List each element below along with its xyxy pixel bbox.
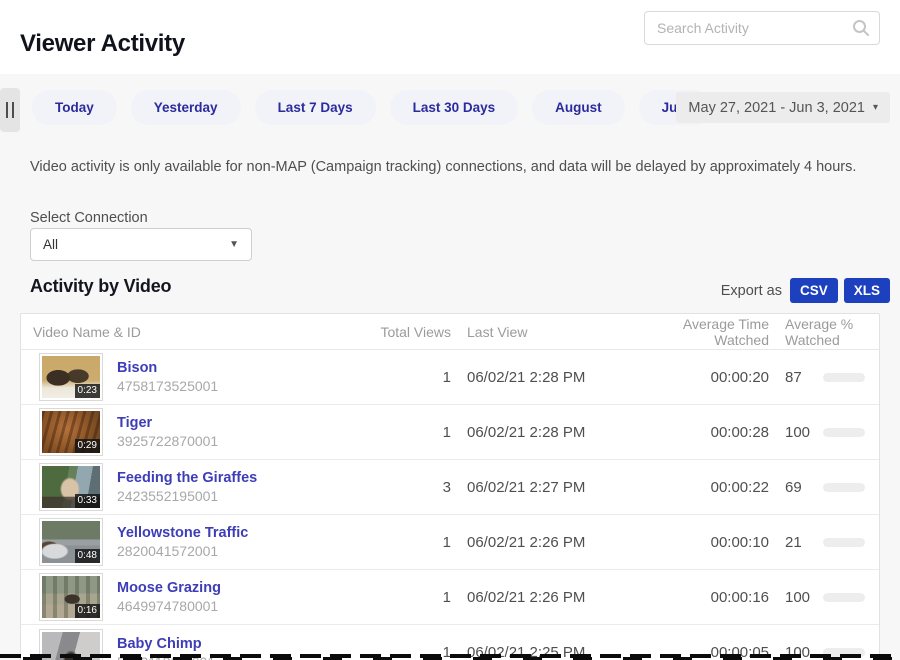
- connection-selected-value: All: [43, 237, 58, 252]
- percent-watched-bar: [823, 538, 865, 547]
- video-name-cell: 0:33 Feeding the Giraffes 2423552195001: [33, 463, 363, 511]
- duration-badge: 0:16: [75, 604, 100, 618]
- video-name-link[interactable]: Tiger: [117, 414, 218, 432]
- duration-badge: 0:48: [75, 549, 100, 563]
- video-thumbnail[interactable]: 0:29: [39, 408, 103, 456]
- quick-filter-last-7-days[interactable]: Last 7 Days: [255, 90, 376, 125]
- total-views-value: 3: [363, 479, 451, 496]
- video-thumbnail[interactable]: 0:16: [39, 573, 103, 621]
- table-header-row: Video Name & ID Total Views Last View Av…: [21, 314, 879, 350]
- avg-percent-cell: 87: [769, 369, 867, 386]
- video-thumbnail[interactable]: 0:48: [39, 518, 103, 566]
- last-view-value: 06/02/21 2:26 PM: [451, 589, 633, 606]
- table-row: 0:23 Bison 4758173525001 1 06/02/21 2:28…: [21, 350, 879, 405]
- export-as-label: Export as: [721, 283, 782, 299]
- table-row: 0:48 Yellowstone Traffic 2820041572001 1…: [21, 515, 879, 570]
- avg-time-watched-value: 00:00:16: [633, 589, 769, 606]
- avg-percent-cell: 21: [769, 534, 867, 551]
- video-id: 4758173525001: [117, 378, 218, 394]
- col-header-total-views: Total Views: [363, 324, 451, 340]
- last-view-value: 06/02/21 2:27 PM: [451, 479, 633, 496]
- avg-percent-cell: 100: [769, 424, 867, 441]
- avg-time-watched-value: 00:00:10: [633, 534, 769, 551]
- video-name-cell: 0:48 Yellowstone Traffic 2820041572001: [33, 518, 363, 566]
- percent-watched-value: 69: [785, 479, 811, 496]
- last-view-value: 06/02/21 2:26 PM: [451, 534, 633, 551]
- screenshot-torn-edge: [0, 651, 900, 660]
- quick-filter-august[interactable]: August: [532, 90, 625, 125]
- export-csv-button[interactable]: CSV: [790, 278, 838, 303]
- duration-badge: 0:23: [75, 384, 100, 398]
- last-view-value: 06/02/21 2:28 PM: [451, 424, 633, 441]
- filter-row: Today Yesterday Last 7 Days Last 30 Days Aug…: [0, 88, 900, 128]
- video-name-link[interactable]: Moose Grazing: [117, 579, 221, 597]
- percent-watched-value: 87: [785, 369, 811, 386]
- total-views-value: 1: [363, 369, 451, 386]
- quick-filter-yesterday[interactable]: Yesterday: [131, 90, 241, 125]
- total-views-value: 1: [363, 424, 451, 441]
- percent-watched-bar: [823, 483, 865, 492]
- video-name-link[interactable]: Bison: [117, 359, 218, 377]
- video-name-link[interactable]: Feeding the Giraffes: [117, 469, 257, 487]
- video-thumbnail[interactable]: 0:33: [39, 463, 103, 511]
- video-id: 3925722870001: [117, 433, 218, 449]
- date-range-value: May 27, 2021 - Jun 3, 2021: [688, 100, 865, 116]
- export-group: Export as CSV XLS: [721, 278, 890, 303]
- video-id: 2820041572001: [117, 543, 218, 559]
- percent-watched-value: 100: [785, 589, 811, 606]
- top-bar: Viewer Activity: [0, 0, 900, 74]
- avg-percent-cell: 100: [769, 589, 867, 606]
- search-box[interactable]: [644, 11, 880, 45]
- duration-badge: 0:29: [75, 439, 100, 453]
- quick-filter-today[interactable]: Today: [32, 90, 117, 125]
- quick-filter-last-30-days[interactable]: Last 30 Days: [390, 90, 519, 125]
- video-thumbnail[interactable]: 0:23: [39, 353, 103, 401]
- col-header-last-view: Last View: [451, 324, 633, 340]
- connection-label: Select Connection: [30, 210, 148, 226]
- percent-watched-value: 100: [785, 424, 811, 441]
- drag-handle-icon[interactable]: [0, 88, 20, 132]
- video-name-cell: 0:29 Tiger 3925722870001: [33, 408, 363, 456]
- section-title: Activity by Video: [30, 276, 171, 297]
- date-range-picker[interactable]: May 27, 2021 - Jun 3, 2021 ▾: [676, 92, 890, 123]
- total-views-value: 1: [363, 589, 451, 606]
- video-name-link[interactable]: Baby Chimp: [117, 635, 215, 653]
- avg-time-watched-value: 00:00:22: [633, 479, 769, 496]
- table-row: 0:16 Moose Grazing 4649974780001 1 06/02…: [21, 570, 879, 625]
- quick-filters: Today Yesterday Last 7 Days Last 30 Days Aug…: [32, 90, 712, 125]
- activity-table: Video Name & ID Total Views Last View Av…: [20, 313, 880, 660]
- col-header-video-name: Video Name & ID: [33, 324, 363, 340]
- total-views-value: 1: [363, 534, 451, 551]
- search-icon[interactable]: [851, 18, 871, 38]
- caret-down-icon: ▼: [229, 239, 239, 250]
- avg-time-watched-value: 00:00:28: [633, 424, 769, 441]
- page-title: Viewer Activity: [20, 30, 185, 58]
- video-id: 2423552195001: [117, 488, 218, 504]
- percent-watched-bar: [823, 593, 865, 602]
- video-table-body: 0:23 Bison 4758173525001 1 06/02/21 2:28…: [21, 350, 879, 660]
- export-xls-button[interactable]: XLS: [844, 278, 890, 303]
- caret-down-icon: ▾: [873, 102, 878, 113]
- table-row: 0:33 Feeding the Giraffes 2423552195001 …: [21, 460, 879, 515]
- avg-time-watched-value: 00:00:20: [633, 369, 769, 386]
- col-header-avg-time: Average Time Watched: [633, 316, 769, 348]
- video-name-cell: 0:16 Moose Grazing 4649974780001: [33, 573, 363, 621]
- notice-text: Video activity is only available for non…: [30, 159, 870, 175]
- percent-watched-bar: [823, 428, 865, 437]
- col-header-avg-percent: Average % Watched: [769, 316, 867, 348]
- table-row: 0:29 Tiger 3925722870001 1 06/02/21 2:28…: [21, 405, 879, 460]
- duration-badge: 0:33: [75, 494, 100, 508]
- last-view-value: 06/02/21 2:28 PM: [451, 369, 633, 386]
- search-input[interactable]: [657, 20, 851, 36]
- video-id: 4649974780001: [117, 598, 218, 614]
- section-head: Activity by Video Export as CSV XLS: [0, 276, 900, 304]
- video-name-link[interactable]: Yellowstone Traffic: [117, 524, 248, 542]
- percent-watched-bar: [823, 373, 865, 382]
- avg-percent-cell: 69: [769, 479, 867, 496]
- video-name-cell: 0:23 Bison 4758173525001: [33, 353, 363, 401]
- percent-watched-value: 21: [785, 534, 811, 551]
- connection-select[interactable]: All ▼: [30, 228, 252, 261]
